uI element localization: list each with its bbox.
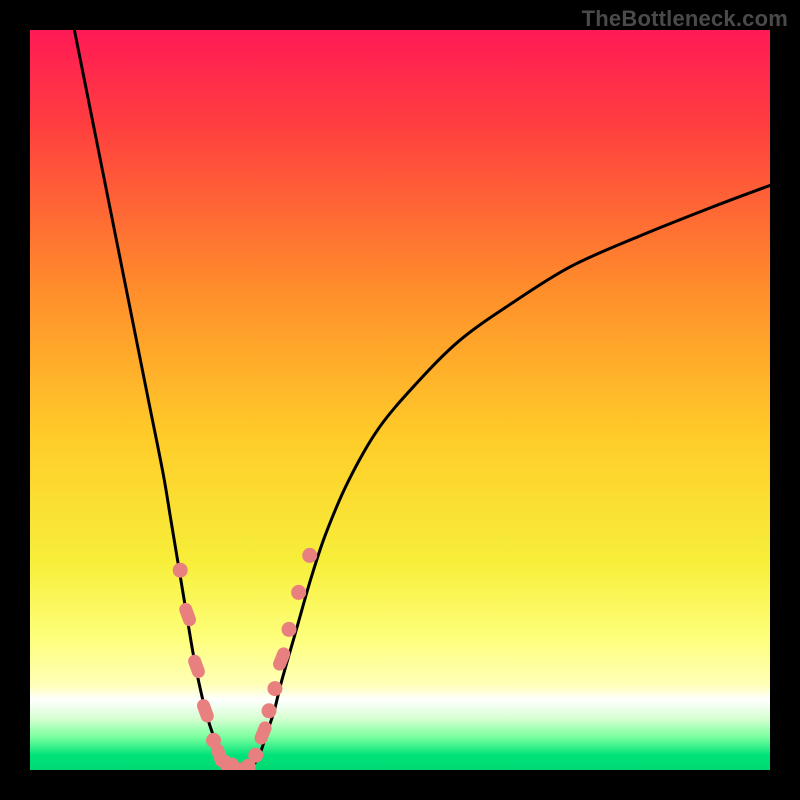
marker-dot bbox=[282, 622, 297, 637]
marker-dot bbox=[267, 681, 282, 696]
curve-layer bbox=[30, 30, 770, 770]
plot-area bbox=[30, 30, 770, 770]
marker-dot bbox=[173, 563, 188, 578]
chart-frame: TheBottleneck.com bbox=[0, 0, 800, 800]
marker-dot bbox=[302, 548, 317, 563]
marker-dot bbox=[262, 703, 277, 718]
marker-capsule bbox=[195, 697, 215, 724]
marker-dot bbox=[248, 748, 263, 763]
marker-dot bbox=[291, 585, 306, 600]
watermark-text: TheBottleneck.com bbox=[582, 6, 788, 32]
marker-capsule bbox=[186, 653, 206, 680]
marker-capsule bbox=[177, 601, 197, 628]
bottleneck-curve bbox=[74, 30, 770, 770]
